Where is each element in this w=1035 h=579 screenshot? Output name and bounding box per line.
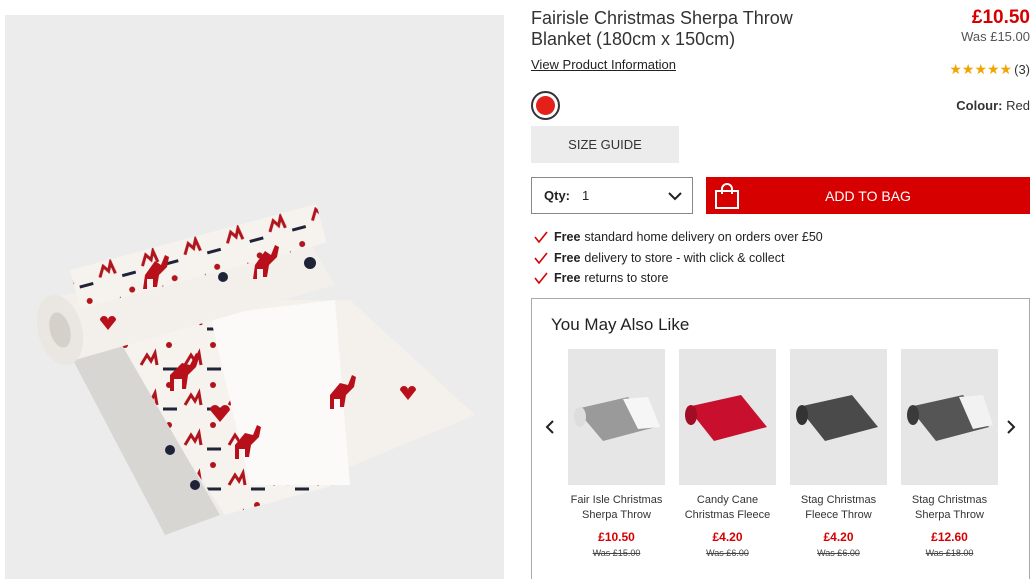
star-rating-icon: ★★★★★ (949, 61, 1013, 77)
colour-indicator: Colour: Red (956, 98, 1030, 113)
product-card-image[interactable] (568, 349, 665, 485)
product-card-was-price: Was £15.00 (592, 548, 641, 558)
chevron-right-icon[interactable] (1003, 417, 1019, 437)
rating-count: (3) (1014, 62, 1030, 77)
qty-label: Qty: (544, 188, 570, 203)
product-card-name: Candy Cane Christmas Fleece (684, 494, 771, 521)
product-card[interactable]: Fair Isle Christmas Sherpa Throw £10.50 … (568, 349, 665, 558)
product-card-was-price: Was £18.00 (925, 548, 974, 558)
chevron-left-icon[interactable] (542, 417, 558, 437)
product-card[interactable]: Stag Christmas Sherpa Throw £12.60 Was £… (901, 349, 998, 558)
quantity-select[interactable]: Qty: 1 (531, 177, 693, 214)
benefit-bold: Free (554, 250, 581, 265)
ymal-title: You May Also Like (551, 315, 690, 334)
product-card-price: £12.60 (931, 530, 968, 544)
check-icon (534, 272, 548, 285)
product-card[interactable]: Stag Christmas Fleece Throw £4.20 Was £6… (790, 349, 887, 558)
product-card-price: £4.20 (712, 530, 743, 544)
colour-swatch-red[interactable] (531, 91, 560, 120)
benefit-item: Free delivery to store - with click & co… (531, 248, 823, 269)
was-price: Was £15.00 (961, 29, 1030, 44)
view-product-information-link[interactable]: View Product Information (531, 57, 676, 72)
product-card-image[interactable] (790, 349, 887, 485)
benefit-text: standard home delivery on orders over £5… (584, 230, 823, 245)
product-card-image[interactable] (901, 349, 998, 485)
product-card-name: Stag Christmas Sherpa Throw (911, 494, 988, 521)
product-card[interactable]: Candy Cane Christmas Fleece £4.20 Was £6… (679, 349, 776, 558)
you-may-also-like-panel: You May Also Like Fair Isle Christmas Sh… (531, 298, 1030, 579)
product-card-price: £10.50 (598, 530, 635, 544)
size-guide-button[interactable]: SIZE GUIDE (531, 126, 679, 163)
product-card-name: Fair Isle Christmas Sherpa Throw (570, 494, 663, 521)
product-card-was-price: Was £6.00 (706, 548, 749, 558)
benefit-text: delivery to store - with click & collect (584, 250, 785, 265)
product-image[interactable] (5, 15, 504, 579)
check-icon (534, 252, 548, 265)
product-card-price: £4.20 (823, 530, 854, 544)
product-price: £10.50 (971, 7, 1030, 28)
add-to-bag-label: ADD TO BAG (825, 187, 911, 204)
qty-value: 1 (582, 188, 590, 203)
rating[interactable]: ★★★★★ (3) (949, 61, 1030, 78)
benefit-bold: Free (554, 271, 581, 286)
benefit-item: Free returns to store (531, 268, 823, 289)
benefit-item: Free standard home delivery on orders ov… (531, 227, 823, 248)
swatch-fill (536, 96, 555, 115)
product-title: Fairisle Christmas Sherpa Throw Blanket … (531, 8, 793, 49)
check-icon (534, 231, 548, 244)
benefit-text: returns to store (584, 271, 669, 286)
product-card-image[interactable] (679, 349, 776, 485)
add-to-bag-button[interactable]: ADD TO BAG (706, 177, 1030, 214)
benefits-list: Free standard home delivery on orders ov… (531, 227, 823, 289)
benefit-bold: Free (554, 230, 581, 245)
product-card-name: Stag Christmas Fleece Throw (800, 494, 877, 521)
colour-label: Colour: (956, 98, 1003, 113)
product-card-was-price: Was £6.00 (817, 548, 860, 558)
chevron-down-icon (668, 192, 682, 201)
colour-value: Red (1006, 98, 1030, 113)
shopping-bag-icon (715, 183, 739, 209)
